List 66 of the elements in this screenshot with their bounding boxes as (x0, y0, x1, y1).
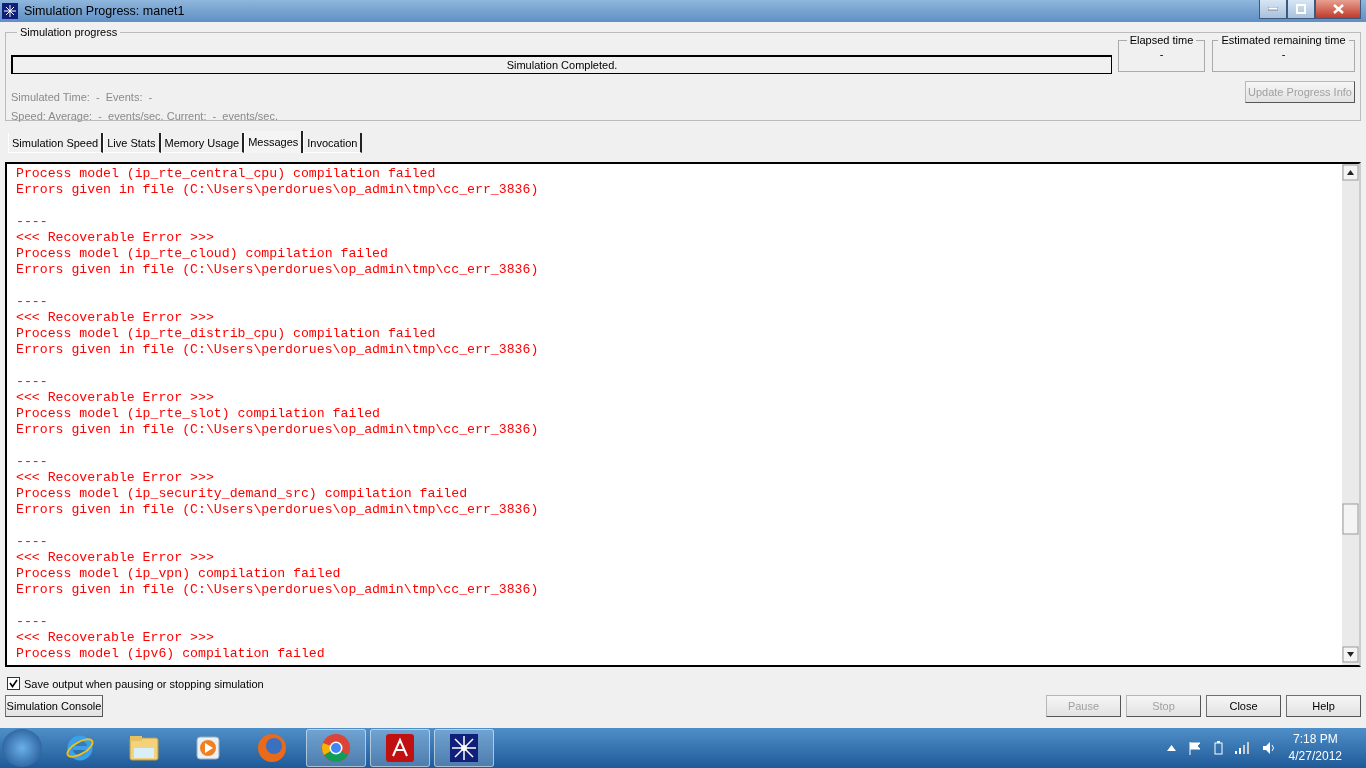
message-line: Errors given in file (C:\Users\perdorues\op_admin\tmp\cc_err_3836) (16, 582, 539, 598)
message-line: <<< Recoverable Error >>> (16, 470, 214, 486)
fox-globe-icon (256, 732, 288, 764)
message-line: <<< Recoverable Error >>> (16, 550, 214, 566)
tab[interactable]: Memory Usage (160, 133, 245, 153)
message-line: ---- (16, 294, 48, 310)
message-line: ---- (16, 454, 48, 470)
dialog-button[interactable]: Help (1286, 695, 1361, 717)
tab[interactable]: Live Stats (103, 133, 161, 153)
message-line: <<< Recoverable Error >>> (16, 310, 214, 326)
tab[interactable]: Simulation Speed (8, 133, 104, 153)
message-line: Process model (ip_security_demand_src) compilation failed (16, 486, 468, 502)
message-line: Process model (ip_rte_central_cpu) compilation failed (16, 166, 436, 182)
browser-e-icon (65, 733, 95, 763)
message-line: Process model (ip_rte_slot) compilation failed (16, 406, 381, 422)
remaining-time-box: Estimated remaining time - (1212, 34, 1355, 72)
message-line: Process model (ipv6) compilation failed (16, 646, 325, 662)
stats-text: Speed: Average: - events/sec. Current: - events/sec. (11, 110, 278, 123)
message-line: <<< Recoverable Error >>> (16, 630, 214, 646)
message-line: ---- (16, 214, 48, 230)
folder-icon (128, 734, 160, 762)
message-line: ---- (16, 374, 48, 390)
signal-icon[interactable] (1234, 742, 1250, 754)
clock[interactable]: 7:18 PM 4/27/2012 (1288, 731, 1342, 765)
message-line: Errors given in file (C:\Users\perdorues\op_admin\tmp\cc_err_3836) (16, 502, 539, 518)
flag-icon[interactable] (1187, 741, 1202, 755)
message-line: Process model (ip_rte_distrib_cpu) compilation failed (16, 326, 436, 342)
message-line: <<< Recoverable Error >>> (16, 230, 214, 246)
progress-status: Simulation Completed. (506, 59, 618, 71)
message-line: Errors given in file (C:\Users\perdorues\op_admin\tmp\cc_err_3836) (16, 342, 539, 358)
maximize-icon (1296, 4, 1306, 14)
taskbar-app[interactable] (370, 729, 430, 767)
message-line: <<< Recoverable Error >>> (16, 390, 214, 406)
group-title: Simulation progress (19, 26, 119, 38)
battery-icon[interactable] (1213, 741, 1223, 755)
maximize-button[interactable] (1287, 0, 1315, 19)
star-burst-icon (449, 733, 479, 763)
elapsed-time-box: Elapsed time - (1118, 34, 1205, 72)
close-icon (1332, 4, 1344, 14)
stats-text: Simulated Time: - Events: - (11, 91, 153, 104)
message-line: Process model (ip_vpn) compilation failed (16, 566, 341, 582)
start-button[interactable] (2, 729, 42, 767)
message-line: ---- (16, 614, 48, 630)
vertical-scrollbar[interactable] (1342, 164, 1359, 665)
checkbox-label: Save output when pausing or stopping simulation (24, 677, 264, 690)
speaker-icon[interactable] (1261, 741, 1277, 755)
message-line: Errors given in file (C:\Users\perdorues\op_admin\tmp\cc_err_3836) (16, 182, 539, 198)
up-arrow-icon[interactable] (1166, 745, 1176, 751)
minimize-button[interactable] (1259, 0, 1287, 19)
minimize-icon (1268, 7, 1278, 11)
chrome-icon (321, 733, 351, 763)
window-title: Simulation Progress: manet1 (24, 4, 185, 18)
tab[interactable]: Messages (244, 131, 304, 153)
pdf-icon (385, 733, 415, 763)
checkbox[interactable] (7, 677, 20, 690)
taskbar-app[interactable] (434, 729, 494, 767)
message-line: Errors given in file (C:\Users\perdorues\op_admin\tmp\cc_err_3836) (16, 262, 539, 278)
message-line: Errors given in file (C:\Users\perdorues\op_admin\tmp\cc_err_3836) (16, 422, 539, 438)
star-burst-icon (2, 3, 18, 19)
dialog-button[interactable]: Close (1206, 695, 1281, 717)
message-line: ---- (16, 534, 48, 550)
play-icon (194, 734, 222, 762)
close-button[interactable] (1315, 0, 1361, 19)
tab[interactable]: Invocation (303, 133, 363, 153)
simulation-console-button[interactable]: Simulation Console (5, 695, 103, 717)
message-line: Process model (ip_rte_cloud) compilation failed (16, 246, 388, 262)
